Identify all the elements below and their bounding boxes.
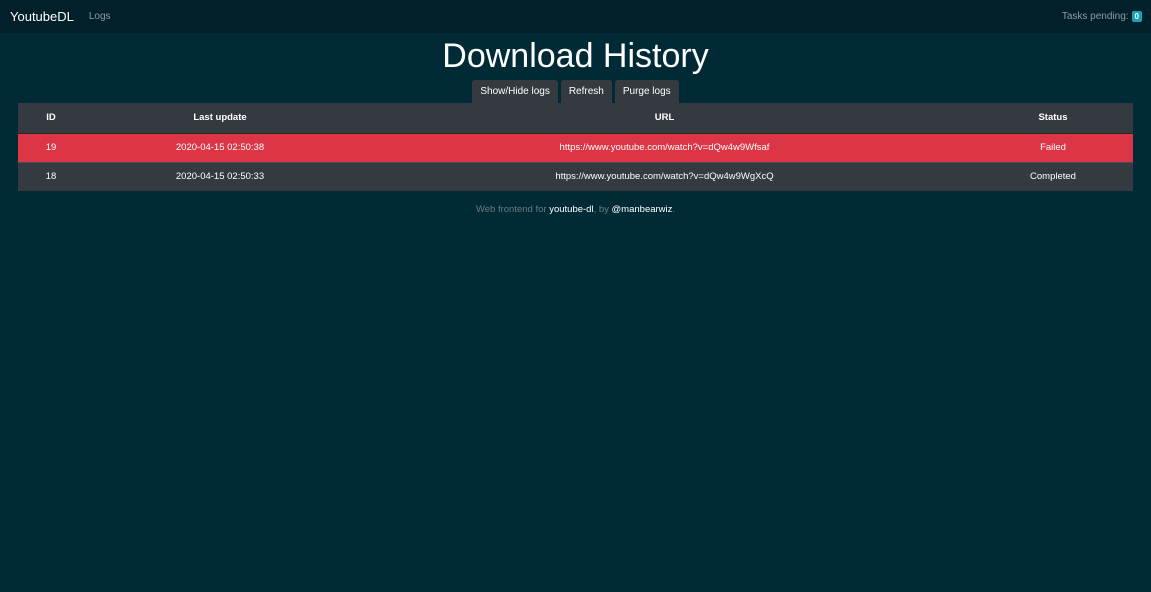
footer-suffix: .: [672, 204, 676, 215]
show-hide-logs-button[interactable]: Show/Hide logs: [472, 80, 558, 103]
tasks-pending-label: Tasks pending:: [1061, 11, 1129, 22]
cell-id: 19: [18, 132, 84, 162]
author-link[interactable]: @manbearwiz: [612, 204, 673, 215]
cell-last-update: 2020-04-15 02:50:33: [84, 161, 356, 191]
table-body: 19 2020-04-15 02:50:38 https://www.youtu…: [18, 132, 1133, 191]
cell-status: Completed: [973, 161, 1133, 191]
toolbar: Show/Hide logs Refresh Purge logs: [0, 80, 1151, 103]
footer-by: , by: [593, 204, 609, 215]
header-last-update: Last update: [84, 103, 356, 134]
cell-status: Failed: [973, 132, 1133, 162]
brand-link[interactable]: YoutubeDL: [10, 9, 74, 24]
refresh-button[interactable]: Refresh: [560, 80, 612, 103]
header-id: ID: [18, 103, 84, 134]
table-row[interactable]: 19 2020-04-15 02:50:38 https://www.youtu…: [18, 132, 1133, 162]
footer: Web frontend for youtube-dl, by @manbear…: [0, 204, 1151, 215]
navbar: YoutubeDL Logs Tasks pending: 0: [0, 0, 1151, 33]
cell-url: https://www.youtube.com/watch?v=dQw4w9Wf…: [356, 132, 973, 162]
history-table: ID Last update URL Status 19 2020-04-15 …: [18, 103, 1133, 191]
footer-prefix: Web frontend for: [475, 204, 547, 215]
table-header: ID Last update URL Status: [18, 103, 1133, 134]
cell-url: https://www.youtube.com/watch?v=dQw4w9Wg…: [356, 161, 973, 191]
header-row: ID Last update URL Status: [18, 103, 1133, 134]
header-status: Status: [973, 103, 1133, 134]
table-row[interactable]: 18 2020-04-15 02:50:33 https://www.youtu…: [18, 161, 1133, 191]
tasks-pending-badge: 0: [1131, 11, 1142, 22]
header-url: URL: [356, 103, 973, 134]
purge-logs-button[interactable]: Purge logs: [614, 80, 679, 103]
page-title: Download History: [442, 37, 709, 75]
cell-last-update: 2020-04-15 02:50:38: [84, 132, 356, 162]
tasks-pending: Tasks pending: 0: [1062, 11, 1142, 22]
cell-id: 18: [18, 161, 84, 191]
nav-link-logs[interactable]: Logs: [89, 11, 111, 22]
youtube-dl-link[interactable]: youtube-dl: [549, 204, 593, 215]
